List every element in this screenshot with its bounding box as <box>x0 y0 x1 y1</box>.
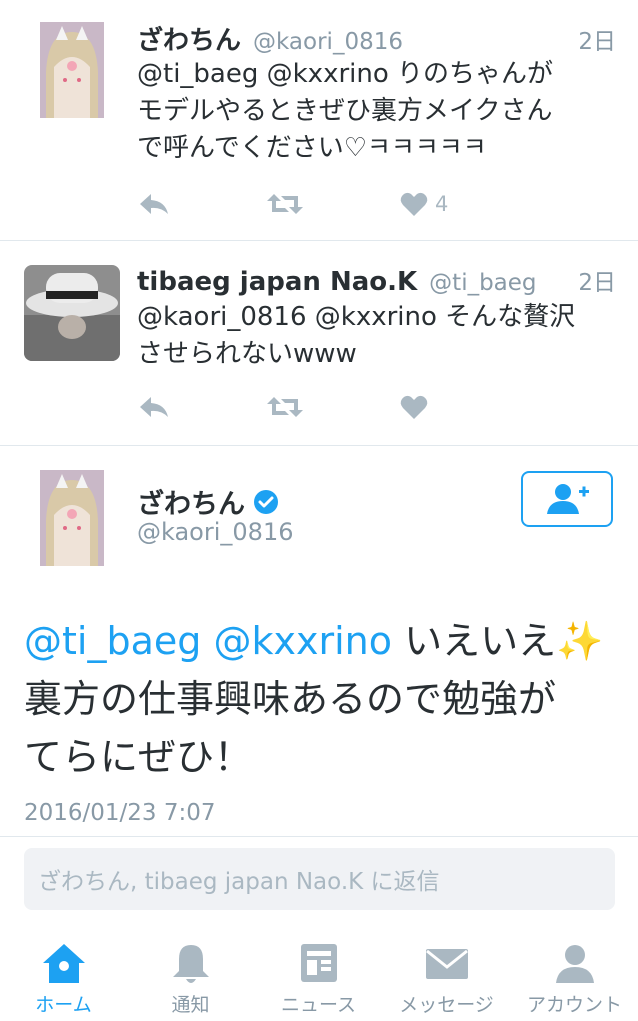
tab-bar: ホーム 通知 ニュース メッセージ アカウント <box>0 935 638 1021</box>
tweet-item[interactable]: tibaeg japan Nao.K @ti_baeg 2日 @kaori_08… <box>0 241 638 446</box>
retweet-icon <box>267 194 303 214</box>
tweet-text-line: 裏方の仕事興味あるので勉強が <box>24 677 557 721</box>
tab-label: ニュース <box>280 994 357 1016</box>
like-count: 4 <box>435 192 449 216</box>
tweet-text-line: で呼んでください♡ㅋㅋㅋㅋㅋ <box>137 133 487 163</box>
tab-label: ホーム <box>35 994 92 1016</box>
avatar[interactable] <box>40 470 104 566</box>
heart-icon <box>400 395 428 419</box>
author-handle[interactable]: @ti_baeg <box>429 270 536 296</box>
tab-account[interactable]: アカウント <box>511 935 638 1021</box>
reply-icon <box>140 397 168 417</box>
avatar[interactable] <box>40 22 104 118</box>
tweet-time: 2日 <box>578 270 616 296</box>
reply-button[interactable] <box>137 393 171 421</box>
tweet-item[interactable]: ざわちん @kaori_0816 2日 @ti_baeg @kxxrino りの… <box>0 0 638 241</box>
tweet-text: @ti_baeg @kxxrino りのちゃんが モデルやるときぜひ裏方メイクさ… <box>137 56 618 167</box>
tab-home[interactable]: ホーム <box>0 935 127 1021</box>
mention-link[interactable]: @kxxrino <box>213 619 392 663</box>
author-name[interactable]: ざわちん <box>137 20 241 57</box>
tweet-text-fragment: いえいえ <box>404 619 557 663</box>
reply-button[interactable] <box>137 190 171 218</box>
author-handle[interactable]: @kaori_0816 <box>137 518 293 546</box>
verified-badge-icon <box>254 489 278 514</box>
like-button[interactable] <box>399 393 429 421</box>
avatar[interactable] <box>24 265 120 361</box>
like-button[interactable]: 4 <box>399 190 448 218</box>
author-name[interactable]: tibaeg japan Nao.K <box>137 267 417 297</box>
tweet-text-line: モデルやるときぜひ裏方メイクさん <box>137 96 553 126</box>
news-icon <box>300 944 337 982</box>
reply-placeholder: ざわちん, tibaeg japan Nao.K に返信 <box>38 869 440 895</box>
tweet-time: 2日 <box>578 29 616 55</box>
person-icon <box>555 945 594 983</box>
follow-button[interactable] <box>521 471 613 527</box>
envelope-icon <box>425 949 468 979</box>
bell-icon <box>172 945 209 983</box>
retweet-button[interactable] <box>265 190 305 218</box>
main-tweet-text: @ti_baeg @kxxrino いえいえ✨ 裏方の仕事興味あるので勉強が て… <box>24 612 620 786</box>
tab-label: アカウント <box>526 994 622 1016</box>
tab-label: 通知 <box>171 994 210 1016</box>
author-name[interactable]: ざわちん <box>137 482 245 521</box>
tab-messages[interactable]: メッセージ <box>383 935 510 1021</box>
home-icon <box>42 944 85 983</box>
sparkle-emoji: ✨ <box>556 619 604 663</box>
reply-icon <box>140 194 168 214</box>
tab-label: メッセージ <box>399 994 494 1016</box>
mention-link[interactable]: @ti_baeg <box>24 619 201 663</box>
heart-icon <box>400 192 428 216</box>
tweet-timestamp: 2016/01/23 7:07 <box>24 800 216 826</box>
tweet-text: @kaori_0816 @kxxrino そんな贅沢 させられないwww <box>137 299 618 373</box>
tweet-text-line: てらにぜひ！ <box>24 735 253 779</box>
tweet-text-line: させられないwww <box>137 339 357 369</box>
retweet-icon <box>267 397 303 417</box>
author-handle[interactable]: @kaori_0816 <box>253 29 403 55</box>
retweet-button[interactable] <box>265 393 305 421</box>
tweet-text-line: @kaori_0816 @kxxrino そんな贅沢 <box>137 302 576 332</box>
add-user-icon <box>547 484 589 514</box>
tweet-text-line: @ti_baeg @kxxrino りのちゃんが <box>137 59 554 89</box>
reply-input[interactable]: ざわちん, tibaeg japan Nao.K に返信 <box>24 848 615 910</box>
tab-notifications[interactable]: 通知 <box>127 935 254 1021</box>
main-author-row[interactable]: ざわちん <box>137 482 279 521</box>
tab-news[interactable]: ニュース <box>255 935 382 1021</box>
